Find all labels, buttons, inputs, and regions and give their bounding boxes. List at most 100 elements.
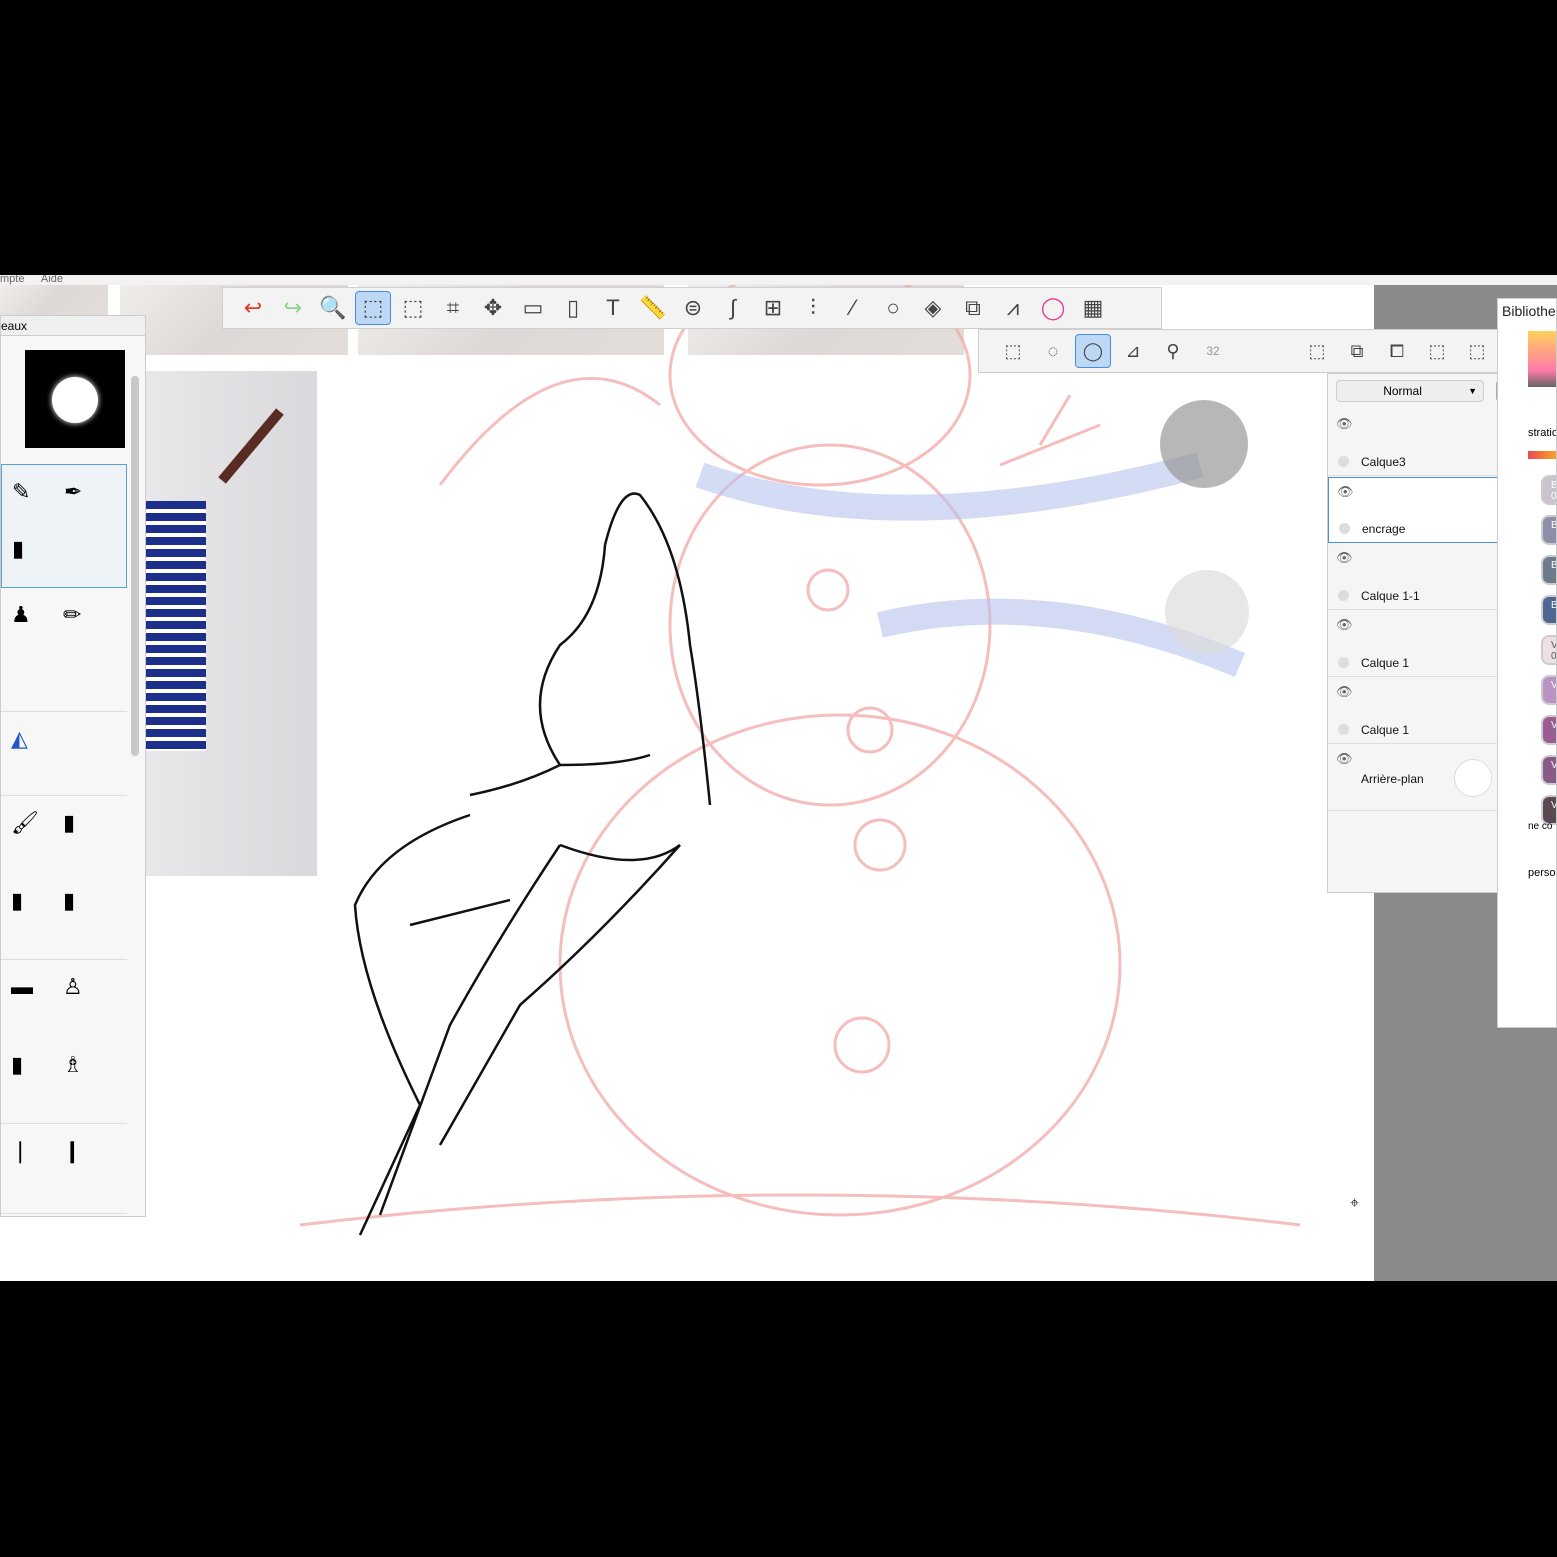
- zoom-icon[interactable]: 🔍: [315, 291, 351, 325]
- subtract-selection-icon[interactable]: ⧠: [1379, 334, 1415, 368]
- ellipse-select-icon[interactable]: ◌: [1035, 334, 1071, 368]
- color-puck[interactable]: [1165, 570, 1249, 654]
- color-preview: [1528, 331, 1556, 387]
- menu-item-help[interactable]: Aide: [41, 275, 63, 285]
- layer-thumbnail: [1359, 484, 1409, 518]
- perspective-icon[interactable]: ⊞: [755, 291, 791, 325]
- drawing-canvas[interactable]: ⌖: [0, 285, 1374, 1281]
- text-icon[interactable]: T: [595, 291, 631, 325]
- color-swatch[interactable]: B 1: [1541, 595, 1556, 625]
- ellipse-guide-icon[interactable]: ⊜: [675, 291, 711, 325]
- copic-library-panel: Bibliothe stratio B 00 B 1 B 2 B 1 V 00 V1 V0 V…: [1497, 298, 1557, 1028]
- eye-icon[interactable]: 👁: [1336, 684, 1353, 700]
- blend-mode-dropdown[interactable]: Normal ▼: [1336, 380, 1484, 402]
- layer-name: Calque3: [1361, 455, 1406, 469]
- ruler-icon[interactable]: 📏: [635, 291, 671, 325]
- blend-mode-value: Normal: [1383, 384, 1422, 398]
- layer-thumbnail: [1358, 617, 1408, 651]
- brushes-icon[interactable]: ⩘: [995, 291, 1031, 325]
- fill-icon[interactable]: ▯: [555, 291, 591, 325]
- brush-set-pencils[interactable]: ✎ ✒ ▮: [1, 464, 127, 588]
- brush-set-erasers[interactable]: ▬ ♙ ▮ ♗: [1, 960, 127, 1124]
- layer-lock-toggle[interactable]: [1338, 724, 1349, 735]
- eye-icon[interactable]: 👁: [1336, 550, 1353, 566]
- brush-puck[interactable]: [1160, 400, 1248, 488]
- layer-name: encrage: [1362, 522, 1406, 536]
- layer-name: Calque 1: [1361, 723, 1410, 737]
- brush-set-paint[interactable]: 🖌 ▮ ▮ ▮: [1, 796, 127, 960]
- layer-name: Calque 1: [1361, 656, 1410, 670]
- lasso-select-icon[interactable]: ◯: [1075, 334, 1111, 368]
- crop-icon[interactable]: ⌗: [435, 291, 471, 325]
- add-selection-icon[interactable]: ⧉: [1339, 334, 1375, 368]
- eye-icon[interactable]: 👁: [1336, 751, 1353, 767]
- color-wheel-icon[interactable]: ◯: [1035, 291, 1071, 325]
- invert-selection-icon[interactable]: ⬚: [1419, 334, 1455, 368]
- redo-icon[interactable]: ↪: [275, 291, 311, 325]
- layer-lock-toggle[interactable]: [1339, 523, 1350, 534]
- brush-set-markers[interactable]: ♟ ✏: [1, 588, 127, 712]
- layer-row[interactable]: 👁 Calque 1-1: [1328, 544, 1511, 610]
- layer-row[interactable]: 👁 Arrière-plan: [1328, 745, 1511, 811]
- layer-name: Calque 1-1: [1361, 589, 1420, 603]
- magic-wand-icon[interactable]: ⚲: [1155, 334, 1191, 368]
- library-custom-label: perso: [1528, 867, 1556, 879]
- menu-bar: mpte Aide: [0, 275, 1557, 285]
- brush-preview: [25, 350, 125, 448]
- transform-icon[interactable]: ✥: [475, 291, 511, 325]
- library-footer-text: ne co: [1528, 821, 1553, 832]
- layer-thumbnail: [1358, 416, 1408, 450]
- menu-item-account[interactable]: mpte: [0, 275, 24, 285]
- color-swatch[interactable]: B 2: [1541, 555, 1556, 585]
- layer-lock-toggle[interactable]: [1338, 657, 1349, 668]
- chevron-down-icon: ▼: [1468, 386, 1477, 396]
- brush-palette: eaux ✎ ✒ ▮ ♟ ✏ ◭ 🖌 ▮ ▮ ▮ ▬ ♙ ▮ ♗ ❘ ❙: [0, 315, 146, 1217]
- select-alt-icon[interactable]: ⬚: [395, 291, 431, 325]
- palette-grid-icon[interactable]: ▦: [1075, 291, 1111, 325]
- sketchbook-window: mpte Aide ⌖ ↩ ↪ 🔍 ⬚ ⬚ ⌗ ✥ ▭ ▯ T 📏 ⊜ ∫ ⊞ ⫶ ⁄ ○ ◈ ⧉ ⩘ ◯ ▦ ⬚ ◌ ◯ ⊿ ⚲…: [0, 275, 1557, 1281]
- select-icon[interactable]: ⬚: [355, 291, 391, 325]
- brush-size-value[interactable]: 32: [1195, 334, 1231, 368]
- ellipse-icon[interactable]: ○: [875, 291, 911, 325]
- brush-palette-title: eaux: [1, 316, 145, 336]
- layer-thumbnail: [1358, 550, 1408, 584]
- layer-lock-toggle[interactable]: [1338, 456, 1349, 467]
- line-icon[interactable]: ⁄: [835, 291, 871, 325]
- selection-toolbar: ⬚ ◌ ◯ ⊿ ⚲ 32 ⬚ ⧉ ⧠ ⬚ ⬚: [978, 329, 1526, 373]
- color-swatch[interactable]: V1: [1541, 675, 1556, 705]
- brush-palette-scrollbar[interactable]: [131, 376, 139, 756]
- layer-thumbnail: [1358, 684, 1408, 718]
- layer-row[interactable]: 👁 Calque3: [1328, 410, 1511, 476]
- replace-selection-icon[interactable]: ⬚: [1299, 334, 1335, 368]
- eye-icon[interactable]: 👁: [1336, 617, 1353, 633]
- distort-icon[interactable]: ▭: [515, 291, 551, 325]
- shape-icon[interactable]: ◈: [915, 291, 951, 325]
- brush-set-airbrush[interactable]: ◭: [1, 712, 127, 796]
- color-strip: [1528, 451, 1556, 459]
- layer-row[interactable]: 👁 Calque 1: [1328, 678, 1511, 744]
- eye-icon[interactable]: 👁: [1337, 484, 1354, 500]
- lasso-cursor-icon: ⌖: [1350, 1195, 1360, 1212]
- symmetry-icon[interactable]: ⫶: [795, 291, 831, 325]
- french-curve-icon[interactable]: ∫: [715, 291, 751, 325]
- brush-set-smudge[interactable]: ❘ ❙: [1, 1124, 127, 1214]
- color-swatch[interactable]: B 1: [1541, 515, 1556, 545]
- color-swatch[interactable]: V 00: [1541, 635, 1556, 665]
- library-title: Bibliothe: [1502, 303, 1556, 319]
- main-toolbar: ↩ ↪ 🔍 ⬚ ⬚ ⌗ ✥ ▭ ▯ T 📏 ⊜ ∫ ⊞ ⫶ ⁄ ○ ◈ ⧉ ⩘ ◯ ▦: [222, 287, 1162, 329]
- clear-selection-icon[interactable]: ⬚: [1459, 334, 1495, 368]
- background-color-swatch[interactable]: [1454, 759, 1492, 797]
- eye-icon[interactable]: 👁: [1336, 416, 1353, 432]
- copy-icon[interactable]: ⧉: [955, 291, 991, 325]
- layer-name: Arrière-plan: [1361, 772, 1424, 786]
- rect-select-icon[interactable]: ⬚: [995, 334, 1031, 368]
- color-swatch[interactable]: V0: [1541, 715, 1556, 745]
- layer-row[interactable]: 👁 encrage: [1328, 477, 1511, 543]
- undo-icon[interactable]: ↩: [235, 291, 271, 325]
- polygon-lasso-icon[interactable]: ⊿: [1115, 334, 1151, 368]
- layer-row[interactable]: 👁 Calque 1: [1328, 611, 1511, 677]
- color-swatch[interactable]: V0: [1541, 755, 1556, 785]
- library-set-name: stratio: [1528, 427, 1557, 439]
- color-swatch[interactable]: B 00: [1541, 475, 1556, 505]
- layer-lock-toggle[interactable]: [1338, 590, 1349, 601]
